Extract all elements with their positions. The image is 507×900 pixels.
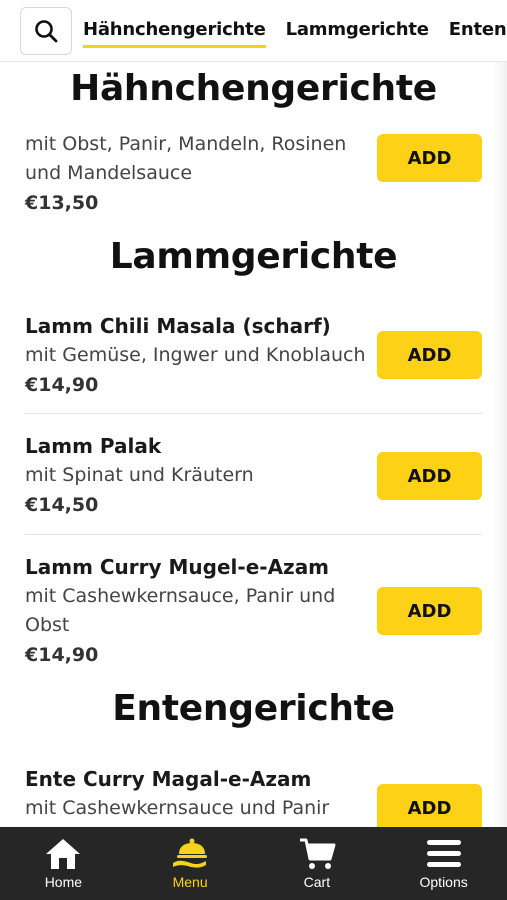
category-tabs: Hähnchengerichte Lammgerichte Entengeric…	[83, 0, 507, 61]
scroll-shadow	[493, 62, 507, 827]
add-button[interactable]: ADD	[377, 587, 482, 635]
tab-entengerichte[interactable]: Entengerichte	[449, 19, 507, 44]
nav-options-label: Options	[419, 874, 468, 890]
section-title-duck: Entengerichte	[112, 688, 395, 729]
divider	[25, 413, 482, 414]
divider	[25, 534, 482, 535]
menu-hamburger-icon	[426, 840, 461, 867]
section-title-chicken: Hähnchengerichte	[70, 68, 437, 109]
nav-home[interactable]: Home	[0, 827, 127, 900]
add-button[interactable]: ADD	[377, 331, 482, 379]
tab-lammgerichte[interactable]: Lammgerichte	[286, 19, 429, 44]
nav-menu[interactable]: Menu	[127, 827, 254, 900]
nav-home-label: Home	[44, 874, 83, 890]
menu-item: Ente Curry Magal-e-Azam mit Cashewkernsa…	[25, 764, 482, 827]
nav-cart[interactable]: Cart	[254, 827, 381, 900]
food-cloche-icon	[173, 838, 208, 868]
menu-item: Lamm Palak mit Spinat und Kräutern €14,5…	[25, 431, 482, 520]
tab-haehnchengerichte[interactable]: Hähnchengerichte	[83, 19, 266, 48]
category-bar: Hähnchengerichte Lammgerichte Entengeric…	[0, 0, 507, 62]
section-title-lamb: Lammgerichte	[109, 236, 398, 277]
menu-content[interactable]: Hähnchengerichte mit Obst, Panir, Mandel…	[0, 62, 507, 827]
nav-menu-label: Menu	[172, 874, 208, 890]
menu-item: Lamm Chili Masala (scharf) mit Gemüse, I…	[25, 311, 482, 400]
menu-item: mit Obst, Panir, Mandeln, Rosinen und Ma…	[25, 130, 482, 218]
item-name: Lamm Curry Mugel-e-Azam	[25, 555, 330, 579]
cart-icon	[299, 838, 336, 869]
bottom-nav: Home Menu Cart Options	[0, 827, 507, 900]
item-price: €14,90	[25, 644, 99, 666]
search-button[interactable]	[20, 7, 72, 55]
nav-options[interactable]: Options	[380, 827, 507, 900]
add-button[interactable]: ADD	[377, 452, 482, 500]
search-icon	[35, 20, 58, 43]
home-icon	[46, 839, 81, 869]
add-button[interactable]: ADD	[377, 134, 482, 182]
add-button[interactable]: ADD	[377, 784, 482, 827]
nav-cart-label: Cart	[303, 874, 331, 890]
menu-item: Lamm Curry Mugel-e-Azam mit Cashewkernsa…	[25, 552, 482, 670]
item-price: €13,50	[25, 192, 99, 214]
